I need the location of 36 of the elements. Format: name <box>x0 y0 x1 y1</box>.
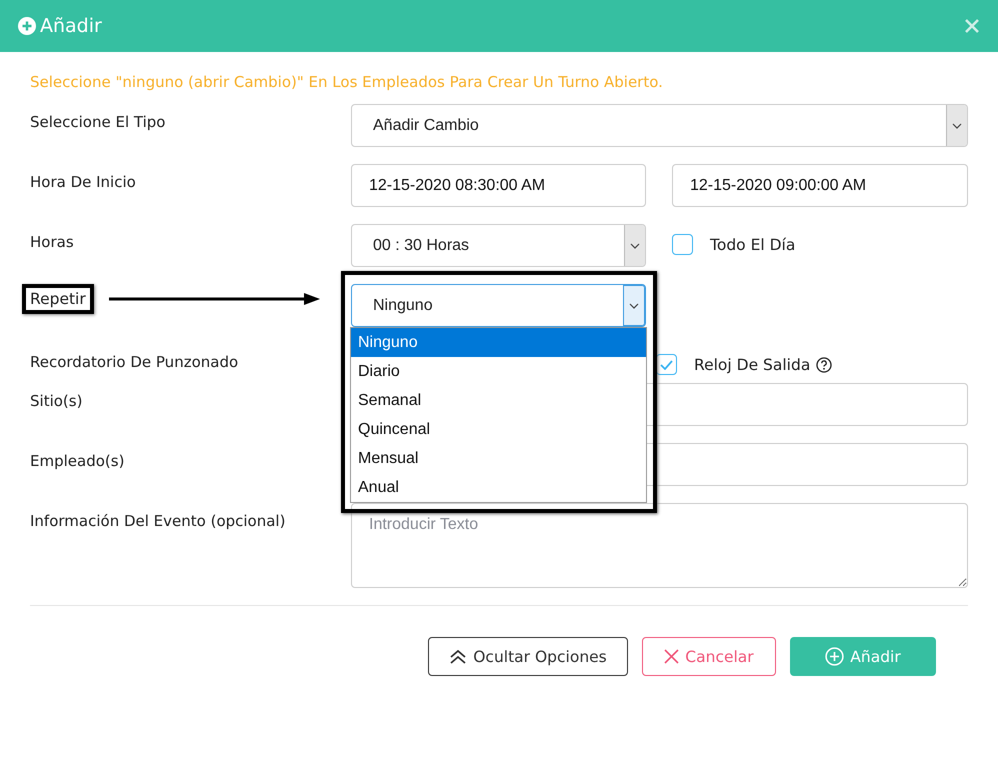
double-chevron-up-icon <box>449 650 468 664</box>
chevron-down-icon <box>630 242 640 248</box>
dropdown-option[interactable]: Quincenal <box>351 415 646 444</box>
text-area[interactable]: Introducir Texto <box>351 503 968 588</box>
notice-text: Seleccione "ninguno (abrir Cambio)" En Los Empleados Para Crear Un Turno Abierto. <box>30 72 664 93</box>
field-label: Horas <box>30 232 75 251</box>
close-icon[interactable] <box>964 18 980 34</box>
date-time-field[interactable]: 12-15-2020 08:30:00 AM <box>351 164 646 207</box>
field-label: Seleccione El Tipo <box>30 112 166 131</box>
close-icon <box>664 649 680 664</box>
select-field[interactable]: 00 : 30 Horas <box>351 224 646 267</box>
field-label: Empleado(s) <box>30 451 126 470</box>
dropdown-option[interactable]: Mensual <box>351 444 646 473</box>
date-time-field[interactable]: 12-15-2020 09:00:00 AM <box>672 164 968 207</box>
plus-circle-icon <box>825 647 844 666</box>
checkbox-label: Reloj De Salida <box>694 356 810 374</box>
plus-circle-icon <box>18 17 36 35</box>
action-button[interactable]: Ocultar Opciones <box>428 637 628 676</box>
checkmark-icon <box>660 360 673 370</box>
select-field[interactable]: Añadir Cambio <box>351 104 968 147</box>
dropdown-option[interactable]: Ninguno <box>351 328 646 357</box>
dialog-title: Añadir <box>40 15 102 37</box>
field-label: Repetir <box>22 284 94 314</box>
dropdown-option[interactable]: Anual <box>351 473 646 502</box>
field-label: Sitio(s) <box>30 391 84 410</box>
checkbox[interactable] <box>672 234 693 255</box>
field-label: Hora De Inicio <box>30 172 137 191</box>
checkbox-label: Todo El Día <box>710 236 796 254</box>
field-label: Recordatorio De Punzonado <box>30 352 240 371</box>
chevron-down-icon <box>952 122 962 128</box>
dropdown-option[interactable]: Semanal <box>351 386 646 415</box>
checkbox[interactable] <box>656 354 677 375</box>
select-field[interactable]: Ninguno <box>351 284 646 327</box>
dropdown-option[interactable]: Diario <box>351 357 646 386</box>
chevron-down-icon <box>629 302 639 308</box>
field-label: Información Del Evento (opcional) <box>30 511 286 530</box>
